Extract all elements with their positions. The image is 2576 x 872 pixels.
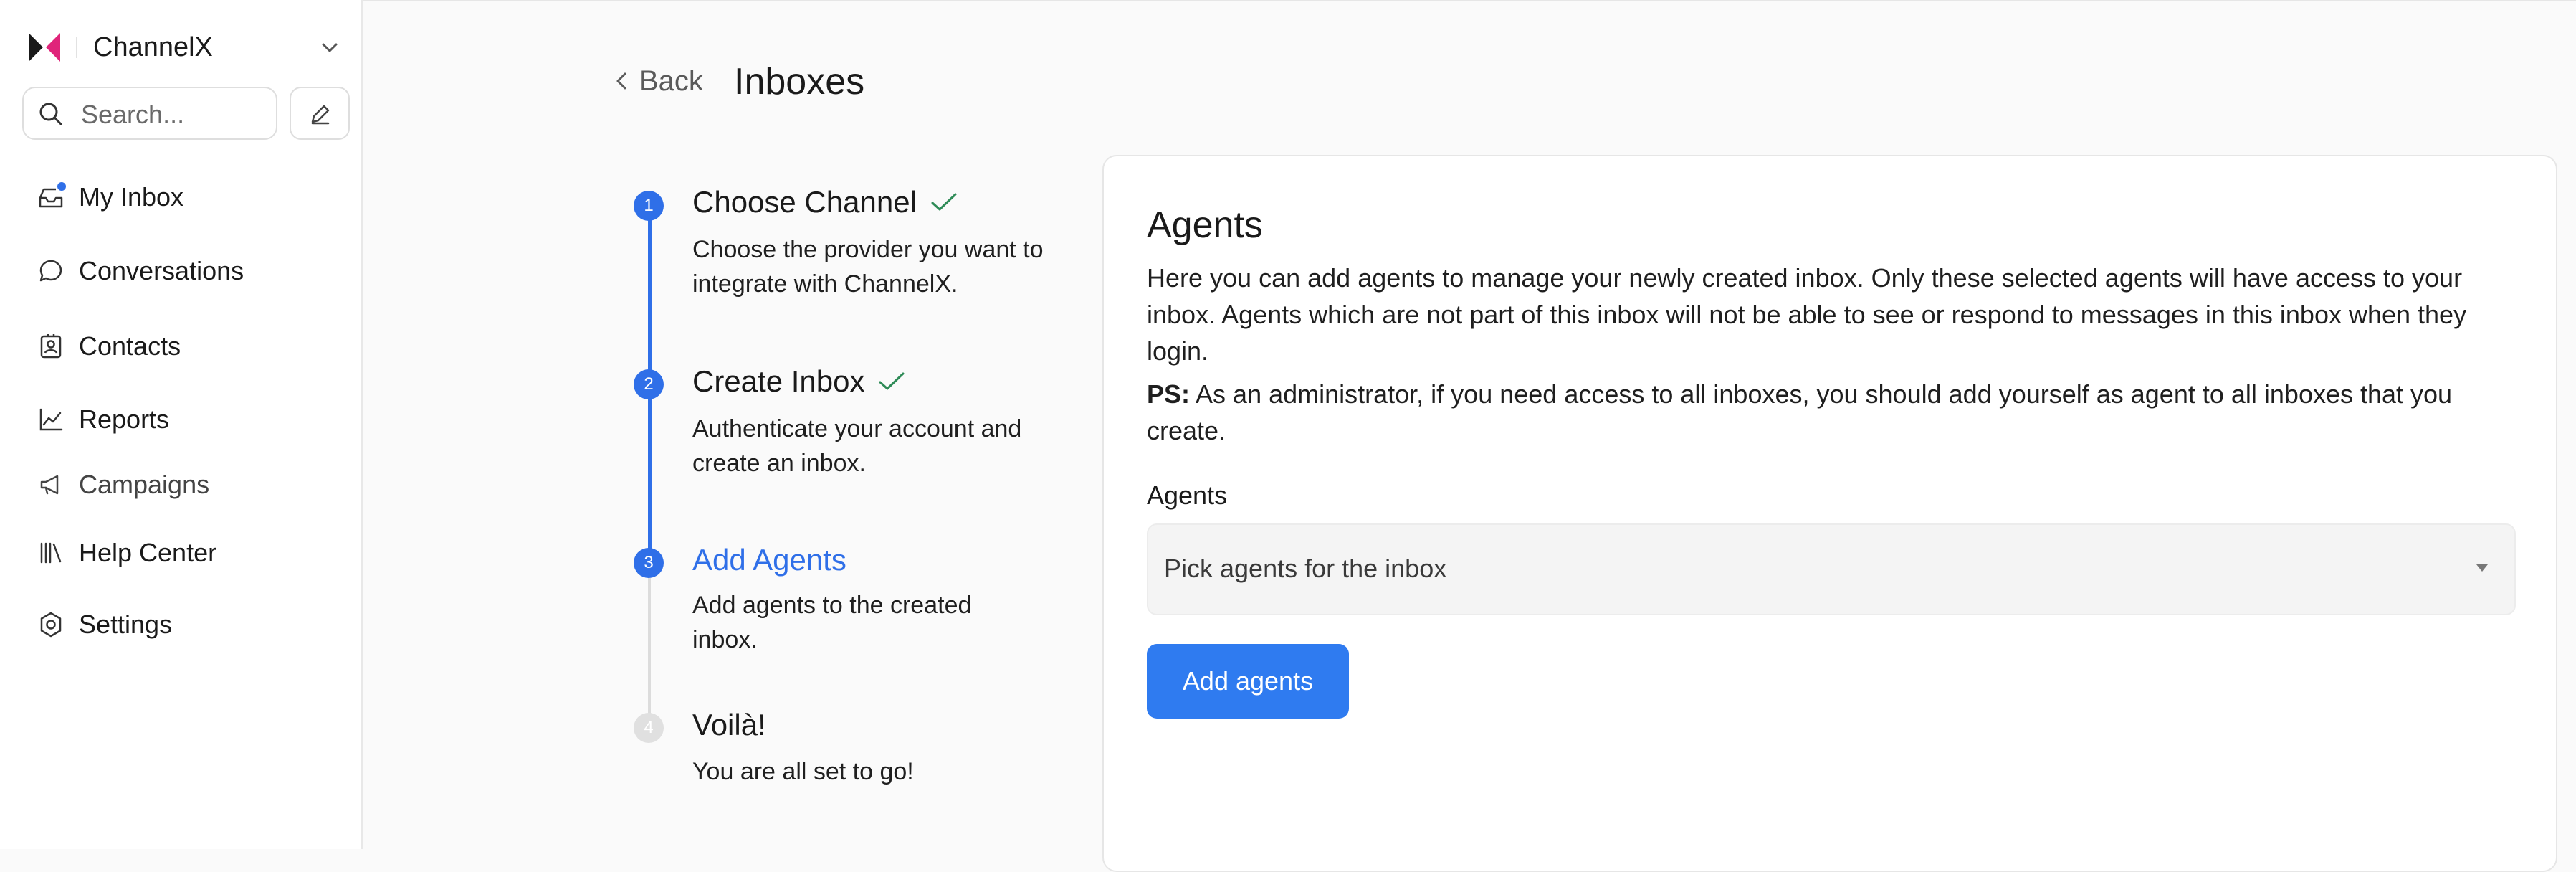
search-box[interactable] — [22, 87, 277, 140]
check-icon — [879, 372, 905, 390]
step-2-number: 2 — [634, 369, 664, 399]
inbox-icon — [37, 182, 66, 211]
step-3-number: 3 — [634, 548, 664, 578]
sidebar: ChannelX My Inbox — [0, 0, 363, 849]
sidebar-item-label: Settings — [79, 610, 173, 639]
page-title: Inboxes — [734, 61, 865, 103]
search-input[interactable] — [80, 98, 269, 131]
check-icon — [931, 193, 957, 211]
search-icon — [39, 103, 62, 125]
sidebar-item-label: Contacts — [79, 331, 181, 361]
account-switcher[interactable]: ChannelX — [26, 26, 341, 69]
agents-select[interactable]: Pick agents for the inbox — [1147, 523, 2516, 615]
agents-field-label: Agents — [1147, 480, 1228, 510]
sidebar-item-label: Campaigns — [79, 470, 210, 499]
window-top-border — [0, 0, 2576, 1]
add-agents-card: Agents Here you can add agents to manage… — [1102, 155, 2557, 872]
step-1-number: 1 — [634, 191, 664, 221]
line-chart-icon — [37, 406, 65, 433]
account-name: ChannelX — [93, 32, 213, 62]
sidebar-item-my-inbox[interactable]: My Inbox — [37, 176, 345, 219]
sidebar-item-help-center[interactable]: Help Center — [37, 531, 345, 574]
chevron-left-icon — [616, 72, 626, 90]
sidebar-item-contacts[interactable]: Contacts — [37, 325, 345, 368]
step-title-text: Create Inbox — [692, 364, 865, 398]
step-2-title: Create Inbox — [692, 364, 906, 399]
step-3-title: Add Agents — [692, 543, 846, 577]
back-label: Back — [639, 65, 703, 97]
agents-select-placeholder: Pick agents for the inbox — [1164, 554, 1447, 583]
step-4-number: 4 — [634, 713, 664, 743]
step-4-title: Voilà! — [692, 708, 766, 742]
chevron-down-icon[interactable] — [318, 36, 341, 59]
sidebar-item-campaigns[interactable]: Campaigns — [37, 463, 345, 506]
note-prefix: PS: — [1147, 379, 1191, 409]
step-4-description: You are all set to go! — [692, 758, 914, 785]
settings-gear-icon — [37, 611, 65, 638]
contact-card-icon — [37, 333, 65, 360]
channelx-logo-icon — [27, 30, 62, 65]
sidebar-item-label: Help Center — [79, 538, 217, 567]
sidebar-item-label: Reports — [79, 404, 170, 434]
caret-down-icon — [2476, 564, 2488, 572]
step-3-description: Add agents to the created inbox. — [692, 592, 972, 653]
sidebar-item-label: My Inbox — [79, 182, 184, 212]
card-description: Here you can add agents to manage your n… — [1147, 263, 2467, 366]
pencil-icon — [311, 105, 330, 125]
megaphone-icon — [37, 471, 65, 498]
sidebar-item-settings[interactable]: Settings — [37, 603, 345, 646]
step-1-description: Choose the provider you want to integrat… — [692, 236, 1044, 298]
library-books-icon — [37, 539, 65, 567]
note-text: As an administrator, if you need access … — [1147, 379, 2453, 445]
brand-separator — [76, 37, 77, 58]
card-title: Agents — [1147, 204, 1263, 246]
progress-rail-pending — [648, 563, 651, 728]
sidebar-item-label: Conversations — [79, 256, 244, 285]
add-agents-button[interactable]: Add agents — [1147, 644, 1349, 719]
step-title-text: Add Agents — [692, 543, 846, 577]
sidebar-item-reports[interactable]: Reports — [37, 398, 345, 441]
card-note: PS: As an administrator, if you need acc… — [1147, 376, 2523, 449]
compose-button[interactable] — [290, 87, 350, 140]
back-button[interactable]: Back — [614, 63, 703, 99]
unread-dot — [57, 182, 66, 191]
sidebar-item-conversations[interactable]: Conversations — [37, 250, 345, 293]
chat-bubble-icon — [37, 257, 65, 285]
step-title-text: Choose Channel — [692, 185, 917, 219]
step-title-text: Voilà! — [692, 708, 766, 741]
step-1-title: Choose Channel — [692, 185, 958, 219]
step-2-description: Authenticate your account and create an … — [692, 415, 1022, 477]
